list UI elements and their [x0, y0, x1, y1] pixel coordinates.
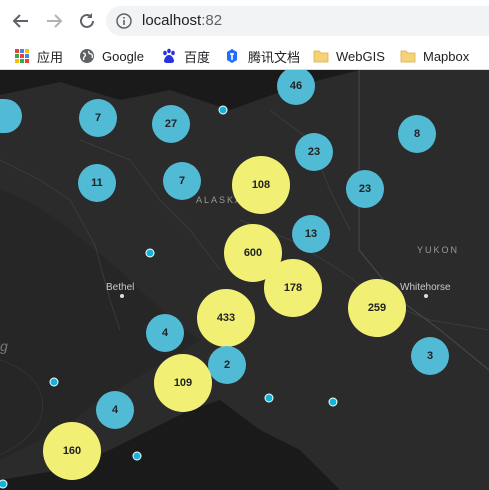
address-bar[interactable]: localhost:82 — [106, 6, 489, 36]
map-canvas[interactable]: ALASKA YUKON Bethel Whitehorse g 46 7 27… — [0, 70, 489, 490]
bookmark-label: 应用 — [37, 49, 64, 65]
cluster-marker[interactable]: 27 — [152, 105, 190, 143]
point-marker[interactable] — [328, 397, 338, 407]
info-icon — [116, 13, 132, 29]
bookmarks-bar: 应用 Google 百度 腾讯文档 WebGIS Mapbox — [0, 42, 489, 70]
folder-icon — [313, 50, 329, 63]
cluster-marker[interactable]: 13 — [292, 215, 330, 253]
cluster-marker[interactable]: 160 — [43, 422, 101, 480]
region-label-yukon: YUKON — [417, 245, 460, 255]
forward-button[interactable] — [41, 8, 67, 34]
arrow-right-icon — [47, 14, 63, 28]
folder-icon — [400, 50, 416, 63]
bookmark-mapbox[interactable]: Mapbox — [400, 46, 469, 66]
back-button[interactable] — [8, 8, 34, 34]
city-marker-bethel — [120, 294, 124, 298]
tencent-docs-icon — [227, 49, 237, 63]
url-host: localhost — [142, 12, 202, 29]
bookmark-google[interactable]: Google — [79, 46, 144, 66]
baidu-paw-icon — [163, 48, 175, 63]
cluster-marker[interactable]: 7 — [163, 162, 201, 200]
point-marker[interactable] — [132, 451, 142, 461]
bookmark-label: 腾讯文档 — [248, 49, 301, 65]
globe-icon — [80, 49, 94, 63]
cluster-marker[interactable]: 259 — [348, 279, 406, 337]
city-marker-whitehorse — [424, 294, 428, 298]
cluster-marker[interactable]: 11 — [78, 164, 116, 202]
url-port: :82 — [201, 12, 223, 29]
bookmark-label: Google — [102, 48, 144, 64]
cluster-marker[interactable]: 178 — [264, 259, 322, 317]
cluster-marker[interactable]: 3 — [411, 337, 449, 375]
bookmark-tencent-docs[interactable]: 腾讯文档 — [225, 46, 300, 66]
apps-grid-icon — [15, 49, 29, 63]
arrow-left-icon — [12, 14, 28, 28]
bookmark-label: 百度 — [184, 49, 211, 65]
cluster-marker[interactable]: 109 — [154, 354, 212, 412]
reload-icon — [80, 13, 94, 28]
cluster-marker[interactable]: 23 — [346, 170, 384, 208]
bookmark-apps[interactable]: 应用 — [14, 46, 63, 66]
city-label-bethel: Bethel — [106, 282, 135, 293]
cluster-marker[interactable]: 7 — [79, 99, 117, 137]
cluster-marker[interactable]: 433 — [197, 289, 255, 347]
partial-place-label: g — [0, 338, 8, 354]
cluster-marker[interactable]: 2 — [208, 346, 246, 384]
point-marker[interactable] — [49, 377, 59, 387]
point-marker[interactable] — [218, 105, 228, 115]
cluster-marker[interactable]: 8 — [398, 115, 436, 153]
browser-toolbar: localhost:82 — [0, 0, 489, 43]
point-marker[interactable] — [264, 393, 274, 403]
bookmark-baidu[interactable]: 百度 — [161, 46, 210, 66]
bookmark-label: WebGIS — [336, 48, 385, 64]
cluster-marker[interactable]: 23 — [295, 133, 333, 171]
cluster-marker[interactable]: 108 — [232, 156, 290, 214]
city-label-whitehorse: Whitehorse — [400, 282, 451, 293]
bookmark-label: Mapbox — [423, 48, 470, 64]
cluster-marker[interactable]: 4 — [146, 314, 184, 352]
url-text: localhost:82 — [142, 12, 222, 29]
reload-button[interactable] — [74, 8, 100, 34]
cluster-marker[interactable]: 4 — [96, 391, 134, 429]
bookmark-webgis[interactable]: WebGIS — [313, 46, 385, 66]
point-marker[interactable] — [145, 248, 155, 258]
